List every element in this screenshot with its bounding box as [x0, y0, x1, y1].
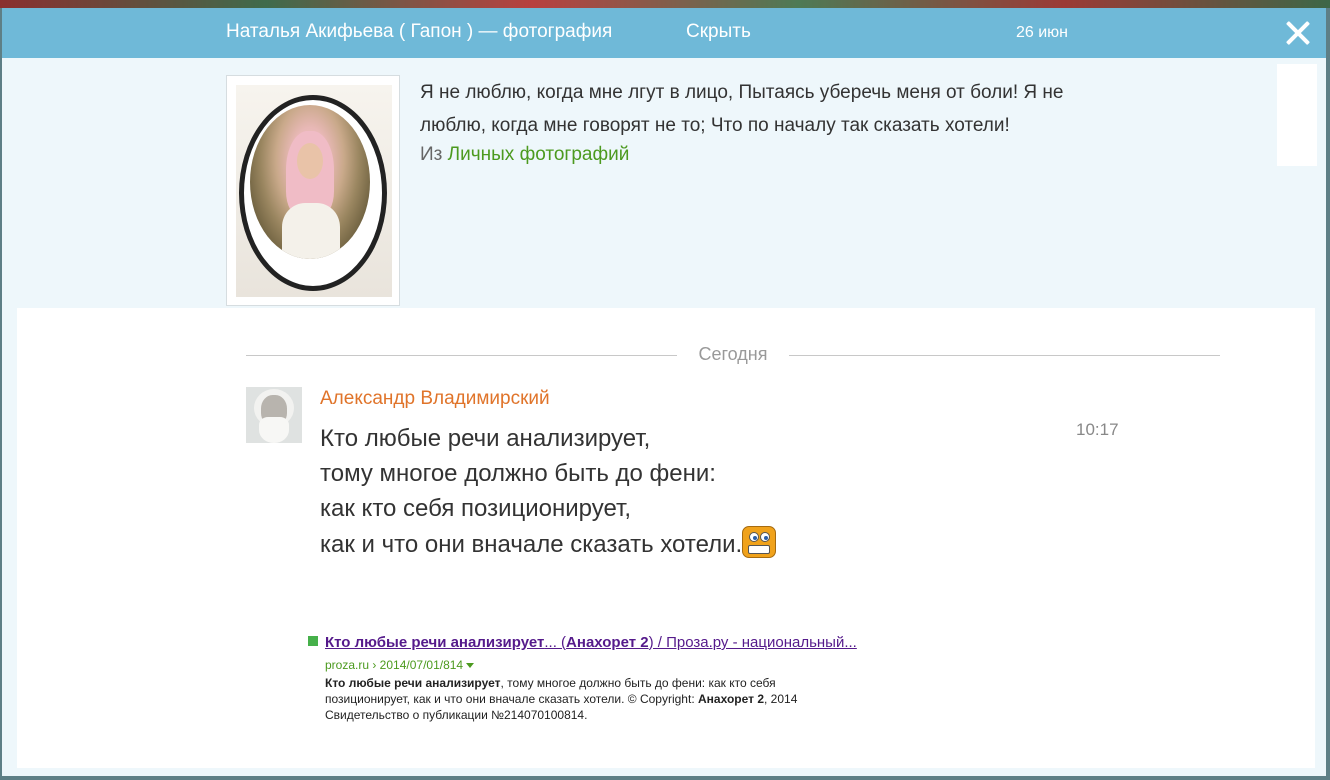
photo-dialog: Наталья Акифьева ( Гапон ) — фотография … — [2, 8, 1326, 776]
album-source: Из Личных фотографий — [420, 144, 629, 166]
comment-line: как кто себя позиционирует, — [320, 495, 632, 522]
post-description: Я не люблю, когда мне лгут в лицо, Пытая… — [420, 82, 1064, 136]
avatar[interactable] — [246, 387, 302, 443]
background-strip — [0, 0, 1330, 8]
comment-author[interactable]: Александр Владимирский — [320, 388, 550, 410]
search-result-url[interactable]: proza.ru › 2014/07/01/814 — [325, 658, 475, 672]
album-source-prefix: Из — [420, 144, 443, 165]
grinning-smiley-icon — [742, 526, 777, 558]
chevron-down-icon[interactable] — [466, 663, 475, 668]
comments-panel: Сегодня Александр Владимирский 10:17 Кто… — [17, 308, 1315, 768]
side-panel — [1277, 64, 1317, 166]
comment-time: 10:17 — [1076, 420, 1119, 439]
comment-line: тому многое должно быть до фени: — [320, 460, 716, 487]
day-label: Сегодня — [677, 344, 789, 365]
comment-line: Кто любые речи анализирует, — [320, 425, 651, 452]
dialog-title: Наталья Акифьева ( Гапон ) — фотография — [226, 21, 613, 42]
search-result-title-link[interactable]: Кто любые речи анализирует... (Анахорет … — [325, 634, 857, 651]
close-icon[interactable] — [1284, 19, 1312, 47]
photo-thumbnail[interactable] — [226, 75, 400, 306]
album-link[interactable]: Личных фотографий — [448, 144, 630, 165]
hide-button[interactable]: Скрыть — [686, 21, 751, 43]
comment-line-last: как и что они вначале сказать хотели. — [320, 526, 777, 562]
search-result-snippet: Кто любые речи анализирует, тому многое … — [325, 676, 798, 722]
comment-line: как и что они вначале сказать хотели. — [320, 531, 743, 558]
dialog-header: Наталья Акифьева ( Гапон ) — фотография … — [2, 8, 1326, 58]
comment-text: Кто любые речи анализирует, тому многое … — [320, 421, 777, 562]
photo-portrait — [250, 105, 370, 259]
post-date: 26 июн — [1016, 24, 1069, 41]
search-result-marker-icon — [308, 636, 318, 646]
photo-image — [236, 85, 392, 297]
